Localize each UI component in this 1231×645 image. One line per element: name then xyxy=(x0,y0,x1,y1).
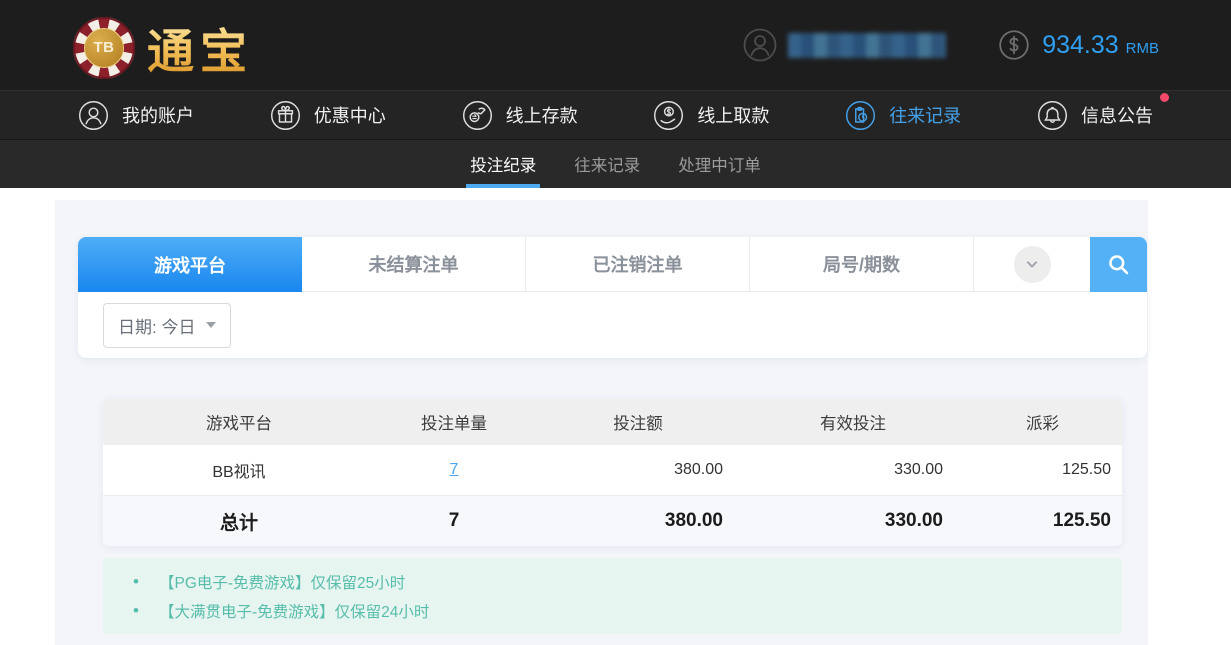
total-bet-amount: 380.00 xyxy=(533,510,743,532)
tab-label: 已注销注单 xyxy=(593,251,683,277)
results-table: 游戏平台 投注单量 投注额 有效投注 派彩 BB视讯 7 380.00 330.… xyxy=(103,398,1122,546)
tab-label: 游戏平台 xyxy=(154,252,226,278)
tab-label: 未结算注单 xyxy=(369,251,459,277)
filter-card: 游戏平台 未结算注单 已注销注单 局号/期数 xyxy=(78,237,1147,358)
subnav-item-processing-orders[interactable]: 处理中订单 xyxy=(676,140,763,188)
balance-amount: 934.33 xyxy=(1042,31,1118,60)
search-icon xyxy=(1105,251,1132,278)
subnav-item-transaction-records[interactable]: 往来记录 xyxy=(572,140,642,188)
tab-cancelled-bets[interactable]: 已注销注单 xyxy=(526,237,750,292)
col-header-valid-bet: 有效投注 xyxy=(743,410,963,434)
header-right: 934.33 RMB xyxy=(742,0,1159,90)
col-header-bet-amount: 投注额 xyxy=(533,410,743,434)
tab-round-number[interactable]: 局号/期数 xyxy=(750,237,974,292)
dollar-hand-icon xyxy=(653,100,684,131)
subnav-label: 处理中订单 xyxy=(678,152,761,176)
total-payout: 125.50 xyxy=(963,510,1122,532)
top-header: TB 通宝 934.33 RMB xyxy=(0,0,1231,90)
clipboard-clock-icon xyxy=(845,100,876,131)
expand-tabs-button[interactable] xyxy=(1014,246,1051,283)
cell-valid-bet: 330.00 xyxy=(743,461,963,479)
nav-item-withdraw[interactable]: 线上取款 xyxy=(653,100,769,131)
nav-item-announcements[interactable]: 信息公告 xyxy=(1037,100,1153,131)
gift-icon xyxy=(270,100,301,131)
cell-bet-amount: 380.00 xyxy=(533,461,743,479)
nav-label: 信息公告 xyxy=(1081,102,1153,128)
table-row: BB视讯 7 380.00 330.00 125.50 xyxy=(103,445,1122,496)
bullet-icon: • xyxy=(133,572,159,592)
note-text: 【大满贯电子-免费游戏】仅保留24小时 xyxy=(159,600,429,622)
col-header-platform: 游戏平台 xyxy=(103,410,375,434)
total-label: 总计 xyxy=(103,508,375,535)
nav-item-my-account[interactable]: 我的账户 xyxy=(78,100,194,131)
brand-name: 通宝 xyxy=(147,13,253,82)
total-bet-count: 7 xyxy=(375,510,533,532)
table-header-row: 游戏平台 投注单量 投注额 有效投注 派彩 xyxy=(103,398,1122,445)
triangle-down-icon xyxy=(206,322,216,328)
nav-item-promotions[interactable]: 优惠中心 xyxy=(270,100,386,131)
table-total-row: 总计 7 380.00 330.00 125.50 xyxy=(103,496,1122,546)
nav-label: 线上存款 xyxy=(506,102,578,128)
chip-label: TB xyxy=(84,28,124,68)
tab-label: 局号/期数 xyxy=(823,251,900,277)
main-nav: 我的账户 优惠中心 xyxy=(0,90,1231,140)
sub-nav: 投注纪录 往来记录 处理中订单 xyxy=(0,140,1231,188)
filter-tabs: 游戏平台 未结算注单 已注销注单 局号/期数 xyxy=(78,237,1147,292)
bet-count-link[interactable]: 7 xyxy=(450,461,459,478)
search-button[interactable] xyxy=(1090,237,1147,292)
col-header-payout: 派彩 xyxy=(963,410,1122,434)
balance[interactable]: 934.33 RMB xyxy=(998,29,1159,61)
nav-item-transaction-records[interactable]: 往来记录 xyxy=(845,100,961,131)
nav-label: 往来记录 xyxy=(889,102,961,128)
date-select-value: 日期: 今日 xyxy=(118,313,195,338)
nav-label: 线上取款 xyxy=(697,102,769,128)
note-line-pg: • 【PG电子-免费游戏】仅保留25小时 xyxy=(103,567,1122,596)
tabs-spacer xyxy=(974,237,1090,292)
nav-label: 我的账户 xyxy=(122,102,194,128)
dollar-circle-icon xyxy=(998,29,1030,61)
username-blurred xyxy=(788,33,946,58)
casino-chip-icon: TB xyxy=(73,17,135,79)
date-select[interactable]: 日期: 今日 xyxy=(103,303,231,348)
chevron-down-icon xyxy=(1022,254,1042,274)
cell-platform: BB视讯 xyxy=(103,458,375,482)
bullet-icon: • xyxy=(133,601,159,621)
cell-bet-count: 7 xyxy=(375,461,533,479)
bell-icon xyxy=(1037,100,1068,131)
note-line-duobao: • 【大满贯电子-免费游戏】仅保留24小时 xyxy=(103,596,1122,625)
user-icon xyxy=(78,100,109,131)
subnav-label: 往来记录 xyxy=(574,152,640,176)
user-avatar-icon xyxy=(742,27,778,63)
date-filter-row: 日期: 今日 xyxy=(78,292,1147,358)
cell-payout: 125.50 xyxy=(963,461,1122,479)
col-header-bet-count: 投注单量 xyxy=(375,410,533,434)
hand-coin-icon xyxy=(462,100,493,131)
subnav-item-bet-records[interactable]: 投注纪录 xyxy=(468,140,538,188)
nav-label: 优惠中心 xyxy=(314,102,386,128)
user-info[interactable] xyxy=(742,27,946,63)
subnav-label: 投注纪录 xyxy=(470,152,536,176)
content-panel: 游戏平台 未结算注单 已注销注单 局号/期数 xyxy=(55,200,1148,645)
nav-item-deposit[interactable]: 线上存款 xyxy=(462,100,578,131)
balance-currency: RMB xyxy=(1126,34,1159,57)
tab-game-platform[interactable]: 游戏平台 xyxy=(78,237,302,292)
note-text: 【PG电子-免费游戏】仅保留25小时 xyxy=(159,571,405,593)
total-valid-bet: 330.00 xyxy=(743,510,963,532)
brand-logo[interactable]: TB 通宝 xyxy=(73,13,253,82)
notes-panel: • 【PG电子-免费游戏】仅保留25小时 • 【大满贯电子-免费游戏】仅保留24… xyxy=(103,558,1122,634)
tab-unsettled-bets[interactable]: 未结算注单 xyxy=(302,237,526,292)
notification-dot xyxy=(1160,93,1169,102)
